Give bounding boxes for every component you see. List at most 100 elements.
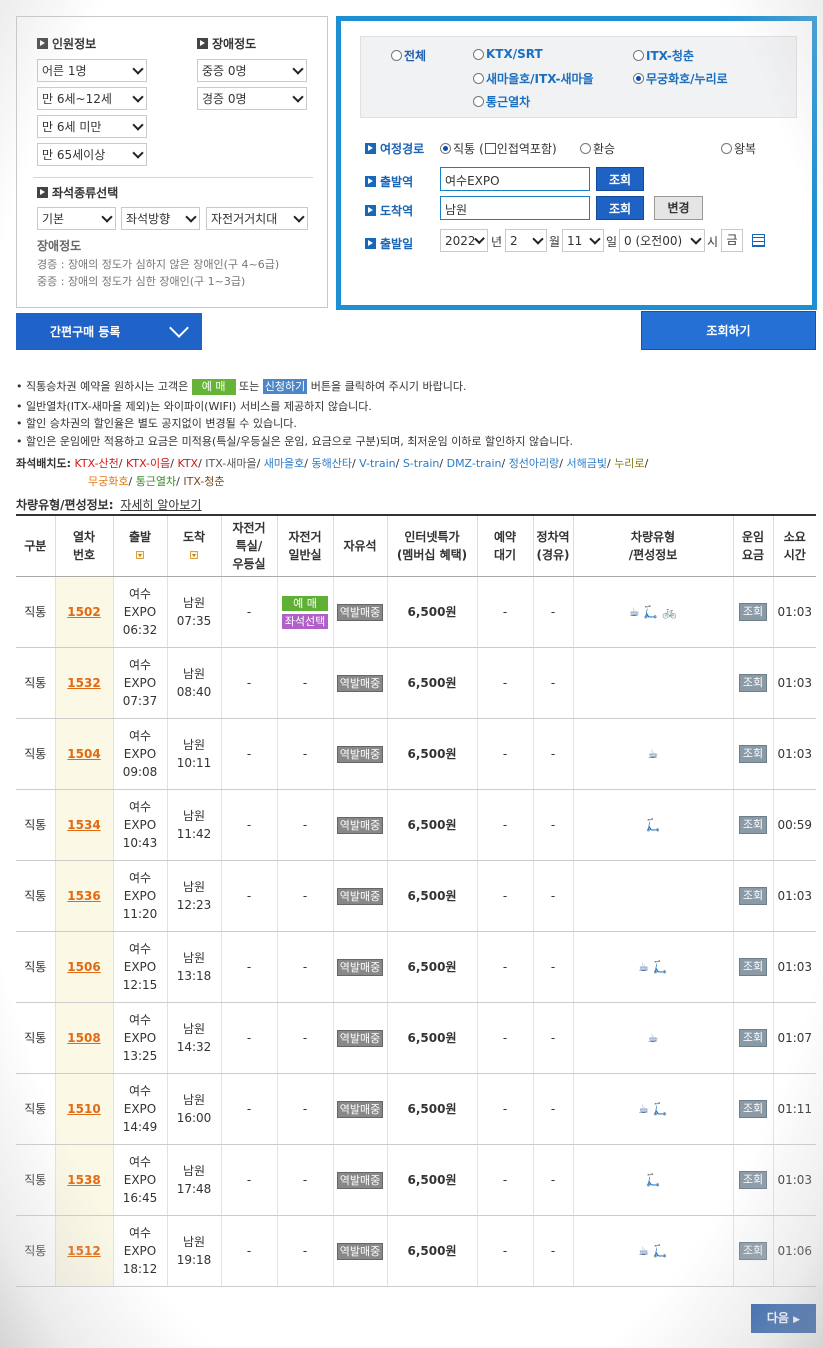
duration-value: 01:03 [777, 604, 813, 619]
fare-lookup-button[interactable]: 조회 [738, 958, 768, 976]
search-button[interactable]: 조회하기 [641, 311, 816, 350]
cell-waitlist: - [476, 1215, 533, 1287]
seat-layout-link[interactable]: 누리로 [614, 457, 644, 470]
train-number-link[interactable]: 1508 [67, 1031, 100, 1045]
car-info-link[interactable]: 자세히 알아보기 [120, 498, 201, 512]
cell-bike-general: - [276, 1002, 333, 1074]
train-number-link[interactable]: 1538 [67, 1173, 100, 1187]
fare-lookup-button[interactable]: 조회 [738, 887, 768, 905]
train-number-link[interactable]: 1512 [67, 1244, 100, 1258]
day-select[interactable]: 11 [562, 229, 604, 252]
seat-basic-select[interactable]: 기본 [37, 207, 116, 230]
train-type-itx-cheongchun[interactable]: ITX-청춘 [633, 47, 694, 64]
seat-layout-link[interactable]: ITX-새마을 [205, 457, 256, 470]
sort-icon[interactable] [136, 551, 144, 560]
seat-layout-link[interactable]: 무궁화호 [88, 475, 128, 488]
fare-lookup-button[interactable]: 조회 [738, 1171, 768, 1189]
seat-layout-link[interactable]: V-train [359, 457, 395, 470]
year-select[interactable]: 2022 [440, 229, 488, 252]
departure-lookup-button[interactable]: 조회 [596, 167, 644, 191]
seat-layout-link[interactable]: KTX [177, 457, 198, 470]
station-sale-badge: 역발매중 [336, 603, 384, 621]
cell-stops: - [532, 718, 573, 790]
seat-select-button[interactable]: 좌석선택 [282, 613, 328, 629]
column-header[interactable]: 도착 [166, 514, 221, 577]
fare-lookup-button[interactable]: 조회 [738, 1100, 768, 1118]
route-label: 여정경로 [365, 140, 424, 157]
fare-lookup-button[interactable]: 조회 [738, 816, 768, 834]
seat-layout-link[interactable]: 서해금빛 [567, 457, 607, 470]
train-number-link[interactable]: 1502 [67, 605, 100, 619]
cell-price: 6,500원 [386, 1073, 477, 1145]
book-button[interactable]: 예 매 [282, 595, 328, 611]
departure-input[interactable]: 여수EXPO [440, 167, 590, 191]
station-sale-badge: 역발매중 [336, 887, 384, 905]
train-type-all[interactable]: 전체 [391, 47, 426, 64]
train-number-link[interactable]: 1536 [67, 889, 100, 903]
train-type-saemaeul[interactable]: 새마을호/ITX-새마을 [473, 70, 594, 87]
train-number-link[interactable]: 1532 [67, 676, 100, 690]
seat-layout-link[interactable]: S-train [403, 457, 440, 470]
route-round-option[interactable]: 왕복 [721, 140, 756, 157]
departure-station: 여수 [128, 1012, 152, 1027]
route-direct-option[interactable]: 직통(인접역포함) [440, 140, 557, 157]
train-type-ktx[interactable]: KTX/SRT [473, 47, 543, 61]
cell-price: 6,500원 [386, 931, 477, 1003]
swap-stations-button[interactable]: 변경 [654, 196, 703, 220]
route-transfer-option[interactable]: 환승 [580, 140, 615, 157]
fare-lookup-button[interactable]: 조회 [738, 1029, 768, 1047]
senior-count-select[interactable]: 만 65세이상 [37, 143, 147, 166]
adjacent-checkbox[interactable] [484, 143, 496, 154]
seat-layout-link[interactable]: 통근열차 [136, 475, 176, 488]
seat-layout-link[interactable]: 새마을호 [264, 457, 304, 470]
adult-count-select[interactable]: 어른 1명 [37, 59, 147, 82]
sort-icon[interactable] [190, 551, 198, 560]
bike-general-value: - [302, 888, 308, 903]
seat-layout-link[interactable]: KTX-산천 [75, 457, 119, 470]
train-category: 직통 [24, 1101, 47, 1116]
next-page-button[interactable]: 다음 ▶ [751, 1304, 816, 1333]
chevron-down-icon [132, 62, 144, 75]
cell-waitlist: - [476, 576, 533, 648]
train-category: 직통 [24, 746, 47, 761]
seat-layout-link[interactable]: 정선아리랑 [509, 457, 560, 470]
calendar-icon[interactable] [752, 234, 765, 247]
train-category: 직통 [24, 888, 47, 903]
arrow-bullet-icon [37, 38, 48, 49]
bike-rack-select[interactable]: 자전거거치대 [206, 207, 308, 230]
fare-lookup-button[interactable]: 조회 [738, 674, 768, 692]
car-type-icons: ☕ 🛴 🚲 [628, 604, 678, 619]
seat-layout-link[interactable]: KTX-이음 [126, 457, 170, 470]
fare-lookup-button[interactable]: 조회 [738, 603, 768, 621]
train-number-link[interactable]: 1506 [67, 960, 100, 974]
seat-direction-select[interactable]: 좌석방향 [121, 207, 200, 230]
column-header[interactable]: 출발 [112, 514, 167, 577]
quick-buy-button[interactable]: 간편구매 등록 [16, 313, 202, 350]
train-number-link[interactable]: 1504 [67, 747, 100, 761]
duration-value: 01:03 [777, 746, 813, 761]
fare-lookup-button[interactable]: 조회 [738, 745, 768, 763]
train-number-link[interactable]: 1510 [67, 1102, 100, 1116]
internet-price: 6,500원 [407, 888, 457, 903]
bike-first-value: - [246, 888, 252, 903]
seat-layout-link[interactable]: ITX-청춘 [183, 475, 224, 488]
mild-disability-select[interactable]: 경증 0명 [197, 87, 307, 110]
child-count-select[interactable]: 만 6세~12세 [37, 87, 147, 110]
train-type-commuter[interactable]: 통근열차 [473, 93, 530, 110]
cell-fare: 조회 [732, 1215, 773, 1287]
infant-count-select[interactable]: 만 6세 미만 [37, 115, 147, 138]
arrival-input[interactable]: 남원 [440, 196, 590, 220]
severe-disability-select[interactable]: 중증 0명 [197, 59, 307, 82]
seat-layout-link[interactable]: DMZ-train [447, 457, 502, 470]
arrival-lookup-button[interactable]: 조회 [596, 196, 644, 220]
cell-train-no: 1532 [54, 647, 113, 719]
cell-arrival: 남원 17:48 [166, 1144, 221, 1216]
fare-lookup-button[interactable]: 조회 [738, 1242, 768, 1260]
train-type-mugunghwa[interactable]: 무궁화호/누리로 [633, 70, 728, 87]
hour-select[interactable]: 0 (오전00) [619, 229, 705, 252]
disability-heading: 장애정도 [197, 35, 256, 52]
month-select[interactable]: 2 [505, 229, 547, 252]
train-number-link[interactable]: 1534 [67, 818, 100, 832]
seat-layout-link[interactable]: 동해산타 [311, 457, 351, 470]
cell-stops: - [532, 1073, 573, 1145]
